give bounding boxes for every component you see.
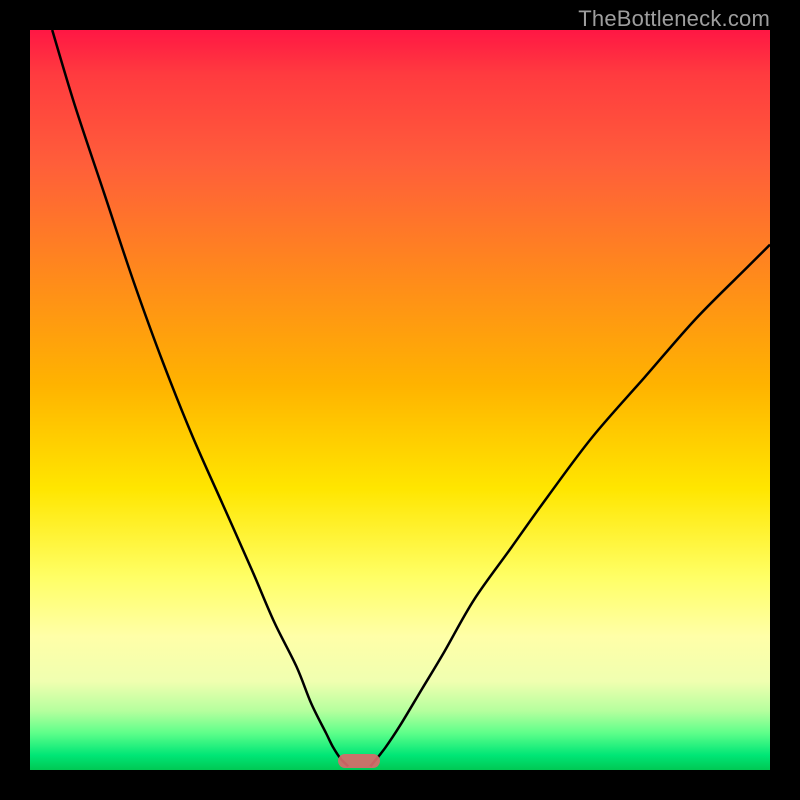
bottleneck-marker	[338, 754, 380, 768]
curve-right-branch	[370, 245, 770, 767]
bottleneck-curve	[30, 30, 770, 770]
watermark-text: TheBottleneck.com	[578, 6, 770, 32]
chart-frame	[30, 30, 770, 770]
curve-left-branch	[52, 30, 348, 766]
